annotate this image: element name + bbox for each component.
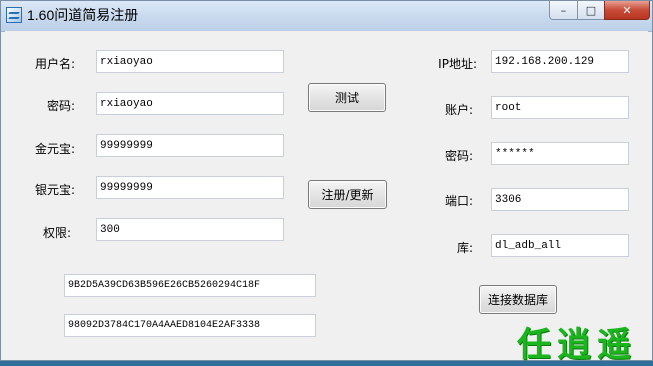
- ip-label: IP地址:: [438, 57, 477, 71]
- window-title: 1.60问道简易注册: [27, 7, 139, 23]
- gold-label: 金元宝:: [34, 142, 75, 156]
- port-label: 端口:: [444, 194, 473, 208]
- permission-label: 权限:: [42, 226, 71, 240]
- close-icon: ✕: [622, 3, 632, 17]
- password-field[interactable]: [96, 92, 284, 115]
- silver-field[interactable]: [96, 176, 284, 199]
- db-password-label: 密码:: [444, 149, 473, 163]
- minimize-icon: –: [560, 3, 567, 17]
- register-update-button[interactable]: 注册/更新: [308, 180, 387, 209]
- form-area: 用户名: 密码: 金元宝: 银元宝: 权限: 测试 注册/更新 IP地址: 账户…: [5, 31, 648, 358]
- database-field[interactable]: [491, 234, 629, 257]
- maximize-icon: □: [585, 3, 597, 17]
- gold-field[interactable]: [96, 134, 284, 157]
- app-window: 1.60问道简易注册 – □ ✕ 用户名: 密码: 金元宝: 银元宝: 权限: …: [0, 0, 653, 365]
- app-icon: [6, 7, 22, 23]
- account-field[interactable]: [491, 96, 629, 119]
- silver-label: 银元宝:: [34, 183, 75, 197]
- hash-field-2[interactable]: [64, 314, 316, 337]
- close-button[interactable]: ✕: [604, 1, 650, 20]
- permission-field[interactable]: [96, 218, 284, 241]
- database-label: 库:: [456, 241, 473, 255]
- hash-field-1[interactable]: [64, 274, 316, 297]
- minimize-button[interactable]: –: [549, 1, 577, 20]
- maximize-button[interactable]: □: [577, 1, 604, 20]
- ip-field[interactable]: [491, 50, 629, 73]
- connect-database-button[interactable]: 连接数据库: [479, 285, 557, 314]
- logo-text: 任逍遥: [517, 325, 637, 365]
- account-label: 账户:: [444, 103, 473, 117]
- test-button[interactable]: 测试: [308, 83, 386, 112]
- username-label: 用户名:: [34, 57, 75, 71]
- username-field[interactable]: [96, 50, 284, 73]
- port-field[interactable]: [491, 188, 629, 211]
- title-bar[interactable]: 1.60问道简易注册 – □ ✕: [1, 1, 652, 32]
- db-password-field[interactable]: [491, 142, 629, 165]
- password-label: 密码:: [46, 99, 75, 113]
